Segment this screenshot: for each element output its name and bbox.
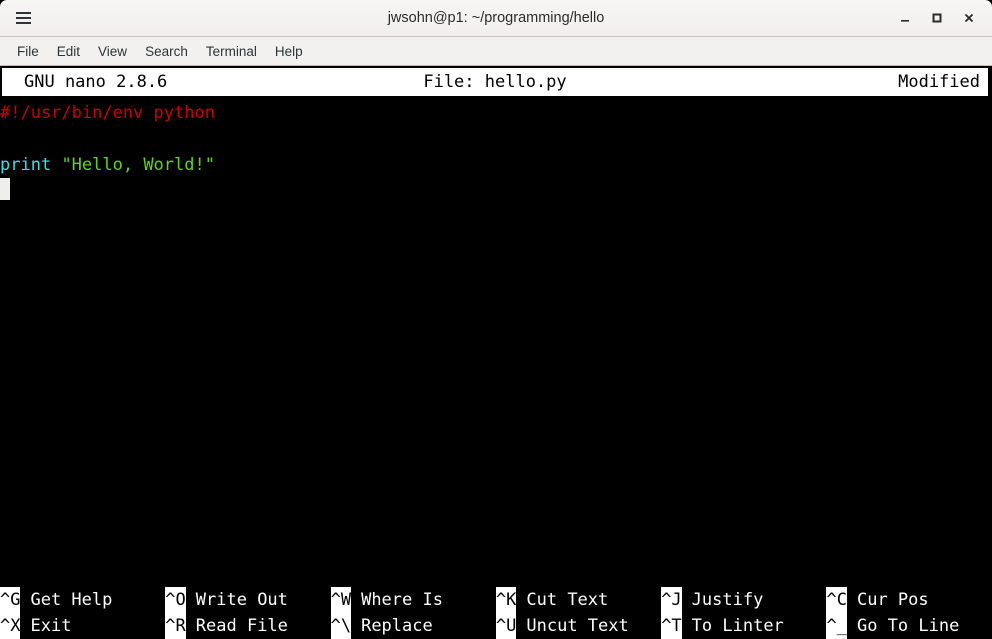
shortcut-label: To Linter [682, 613, 784, 639]
menu-item-help[interactable]: Help [266, 41, 312, 62]
terminal-window: jwsohn@p1: ~/programming/hello File Edit [0, 0, 992, 639]
hamburger-line [16, 12, 31, 14]
nano-title-bar: GNU nano 2.8.6 File: hello.py Modified [2, 68, 988, 96]
maximize-button[interactable] [922, 5, 952, 31]
editor-line[interactable] [0, 126, 992, 152]
shortcut-key: ^J [661, 587, 681, 613]
editor-line[interactable]: print "Hello, World!" [0, 152, 992, 178]
menu-item-search[interactable]: Search [136, 41, 197, 62]
close-button[interactable] [954, 5, 984, 31]
shortcut-where-is[interactable]: ^WWhere Is [331, 587, 496, 613]
shortcut-label: Exit [20, 613, 71, 639]
shortcut-key: ^X [0, 613, 20, 639]
shortcut-row-2: ^XExit^RRead File^\Replace^UUncut Text^T… [0, 613, 992, 639]
shortcut-replace[interactable]: ^\Replace [331, 613, 496, 639]
code-token-plain [51, 155, 61, 175]
title-bar: jwsohn@p1: ~/programming/hello [0, 0, 992, 37]
hamburger-icon[interactable] [6, 5, 40, 31]
nano-shortcut-bar: ^GGet Help^OWrite Out^WWhere Is^KCut Tex… [0, 587, 992, 639]
shortcut-label: Replace [351, 613, 433, 639]
shortcut-get-help[interactable]: ^GGet Help [0, 587, 165, 613]
shortcut-exit[interactable]: ^XExit [0, 613, 165, 639]
code-token-comment: #!/usr/bin/env python [0, 103, 215, 123]
shortcut-key: ^O [165, 587, 185, 613]
menu-item-view[interactable]: View [89, 41, 136, 62]
shortcut-label: Uncut Text [516, 613, 628, 639]
hamburger-line [16, 22, 31, 24]
shortcut-read-file[interactable]: ^RRead File [165, 613, 330, 639]
shortcut-label: Where Is [351, 587, 443, 613]
shortcut-label: Justify [682, 587, 764, 613]
shortcut-label: Cut Text [516, 587, 608, 613]
shortcut-row-1: ^GGet Help^OWrite Out^WWhere Is^KCut Tex… [0, 587, 992, 613]
window-controls [890, 5, 992, 31]
shortcut-label: Read File [186, 613, 288, 639]
shortcut-cut-text[interactable]: ^KCut Text [496, 587, 661, 613]
code-token-string: "Hello, World!" [61, 155, 215, 175]
editor-line[interactable]: #!/usr/bin/env python [0, 100, 992, 126]
menu-bar: File Edit View Search Terminal Help [0, 37, 992, 66]
shortcut-to-linter[interactable]: ^TTo Linter [661, 613, 826, 639]
shortcut-key: ^K [496, 587, 516, 613]
shortcut-write-out[interactable]: ^OWrite Out [165, 587, 330, 613]
shortcut-key: ^W [331, 587, 351, 613]
hamburger-line [16, 17, 31, 19]
editor-line[interactable] [0, 178, 992, 204]
minimize-icon [898, 11, 912, 25]
shortcut-label: Go To Line [847, 613, 959, 639]
shortcut-uncut-text[interactable]: ^UUncut Text [496, 613, 661, 639]
shortcut-key: ^R [165, 613, 185, 639]
code-token-keyword: print [0, 155, 51, 175]
shortcut-label: Write Out [186, 587, 288, 613]
nano-filename: File: hello.py [2, 69, 988, 95]
editor-content[interactable]: #!/usr/bin/env python print "Hello, World… [0, 100, 992, 204]
shortcut-key: ^\ [331, 613, 351, 639]
shortcut-key: ^U [496, 613, 516, 639]
menu-item-terminal[interactable]: Terminal [197, 41, 266, 62]
menu-item-file[interactable]: File [8, 41, 48, 62]
shortcut-key: ^G [0, 587, 20, 613]
shortcut-label: Cur Pos [847, 587, 929, 613]
shortcut-go-to-line[interactable]: ^_Go To Line [826, 613, 991, 639]
shortcut-cur-pos[interactable]: ^CCur Pos [826, 587, 991, 613]
close-icon [962, 11, 976, 25]
shortcut-label: Get Help [20, 587, 112, 613]
shortcut-key: ^C [826, 587, 846, 613]
minimize-button[interactable] [890, 5, 920, 31]
menu-item-edit[interactable]: Edit [48, 41, 89, 62]
window-title: jwsohn@p1: ~/programming/hello [0, 10, 992, 26]
shortcut-justify[interactable]: ^JJustify [661, 587, 826, 613]
shortcut-key: ^T [661, 613, 681, 639]
text-cursor [0, 178, 10, 200]
terminal-screen[interactable]: GNU nano 2.8.6 File: hello.py Modified #… [0, 66, 992, 639]
maximize-icon [930, 11, 944, 25]
shortcut-key: ^_ [826, 613, 846, 639]
